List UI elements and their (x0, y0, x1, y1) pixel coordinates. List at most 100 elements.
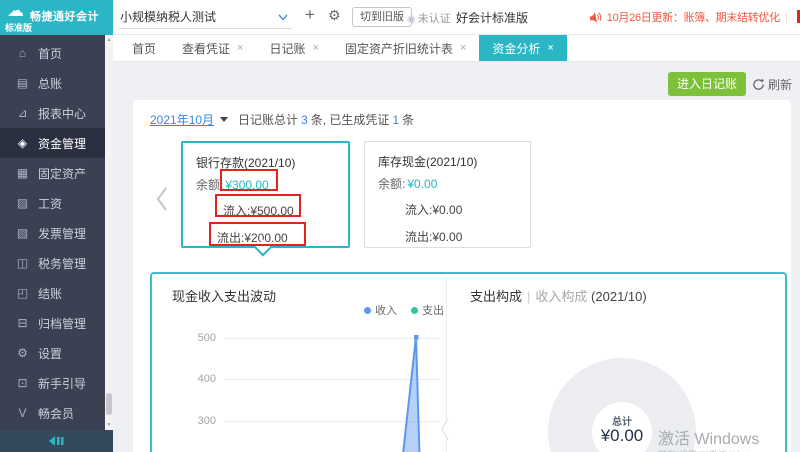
refresh-button[interactable]: 刷新 (752, 76, 792, 93)
switch-old-version-button[interactable]: 切到旧版 (352, 7, 412, 27)
windows-watermark-line2: 转到“设置”以激活 Windows。 (658, 448, 775, 452)
report-chart-icon: ⊿ (17, 106, 28, 120)
home-icon: ⌂ (18, 46, 27, 60)
sidebar-item-label: 发票管理 (38, 226, 87, 241)
composition-title: 支出构成 | 收入构成 (2021/10) (470, 286, 647, 305)
highlight-box-inflow (215, 194, 301, 217)
sidebar-item-label: 新手引导 (38, 376, 87, 391)
period-selector[interactable]: 2021年10月 (150, 111, 214, 128)
settings-gear-icon: ⚙ (17, 346, 28, 360)
income-composition-toggle[interactable]: 收入构成 (535, 289, 587, 304)
legend-income[interactable]: 收入 (364, 302, 397, 318)
company-selector[interactable]: 小规模纳税人测试 (118, 5, 292, 29)
scrollbar-thumb[interactable] (106, 393, 112, 415)
app-logo: ☁ 畅捷通好会计 标准版 (0, 0, 113, 35)
sidebar-item-home[interactable]: ⌂ 首页 (0, 38, 105, 68)
building-icon: ▦ (16, 166, 29, 180)
sidebar-item-closing[interactable]: ◰ 结账 (0, 278, 105, 308)
sidebar-menu: ⌂ 首页 ▤ 总账 ⊿ 报表中心 ◈ 资金管理 ▦ 固定资产 ▨ 工资 ▧ 发票管理 ◫ 税务管… (0, 38, 105, 428)
sidebar-item-member[interactable]: V 畅会员 (0, 398, 105, 428)
windows-watermark-line1: 激活 Windows (658, 431, 760, 448)
refresh-icon (753, 79, 765, 90)
guide-icon: ⊡ (17, 376, 28, 390)
highlight-box-balance (220, 169, 278, 191)
announcement-text: 10月26日更新：账簿、期末结转优化 (606, 12, 780, 24)
app-window: ☁ 畅捷通好会计 标准版 小规模纳税人测试 + ⚙ 切到旧版 ◉ 未认证 好会计标… (0, 0, 800, 452)
period-caret-icon[interactable] (220, 117, 229, 122)
sidebar: ⌂ 首页 ▤ 总账 ⊿ 报表中心 ◈ 资金管理 ▦ 固定资产 ▨ 工资 ▧ 发票管理 ◫ 税务管… (0, 35, 113, 452)
y-axis-tick: 500 (197, 332, 216, 344)
sidebar-item-beginner-guide[interactable]: ⊡ 新手引导 (0, 368, 105, 398)
summary-text: 条 (402, 113, 415, 127)
add-account-set-button[interactable]: + (305, 5, 315, 25)
voucher-count: 1 (392, 112, 400, 127)
summary-text: 条, 已生成凭证 (310, 113, 390, 127)
sidebar-item-archive-management[interactable]: ⊟ 归档管理 (0, 308, 105, 338)
close-icon[interactable]: × (547, 42, 553, 54)
carousel-prev-button[interactable] (155, 186, 169, 217)
cloud-logo-icon: ☁ (7, 1, 24, 20)
tax-icon: ◫ (16, 256, 29, 270)
summary-row: 2021年10月 日记账总计 3 条, 已生成凭证 1 条 (150, 111, 414, 128)
tab-depreciation-report[interactable]: 固定资产折旧统计表 × (332, 35, 479, 61)
income-line-chart (402, 335, 421, 452)
sidebar-item-label: 归档管理 (38, 316, 87, 331)
outflow-row: 流出:¥0.00 (405, 230, 463, 244)
tab-home[interactable]: 首页 (119, 35, 169, 61)
cert-status: ◉ 未认证 (407, 10, 451, 26)
top-bar: ☁ 畅捷通好会计 标准版 小规模纳税人测试 + ⚙ 切到旧版 ◉ 未认证 好会计标… (0, 0, 800, 35)
sidebar-item-invoice-management[interactable]: ▧ 发票管理 (0, 218, 105, 248)
sidebar-item-label: 首页 (38, 46, 63, 61)
charts-panel: 现金收入支出波动 收入 支出 500 400 300 支出构成 | 收入构成 (20… (150, 272, 787, 452)
legend-expense[interactable]: 支出 (411, 302, 444, 318)
app-title: 畅捷通好会计 (30, 11, 99, 23)
highlight-box-outflow (209, 222, 306, 246)
sidebar-item-report-center[interactable]: ⊿ 报表中心 (0, 98, 105, 128)
sidebar-collapse-button[interactable] (0, 430, 113, 452)
close-icon[interactable]: × (237, 42, 243, 54)
legend-label: 收入 (375, 305, 397, 317)
sidebar-item-general-ledger[interactable]: ▤ 总账 (0, 68, 105, 98)
close-icon[interactable]: × (312, 42, 318, 54)
expense-composition-toggle[interactable]: 支出构成 (470, 289, 522, 304)
divider-collapse-handle[interactable] (440, 418, 450, 440)
sidebar-item-tax-management[interactable]: ◫ 税务管理 (0, 248, 105, 278)
journal-total-count: 3 (301, 112, 308, 127)
income-dot-icon (364, 306, 371, 314)
product-name: 好会计标准版 (456, 11, 529, 25)
sidebar-item-funds-management[interactable]: ◈ 资金管理 (0, 128, 105, 158)
tab-view-voucher[interactable]: 查看凭证 × (169, 35, 256, 61)
tab-label: 日记账 (269, 41, 306, 56)
sidebar-scrollbar[interactable]: ▲ ▼ (105, 35, 113, 430)
tab-funds-analysis[interactable]: 资金分析 × (479, 35, 567, 61)
sidebar-item-salary[interactable]: ▨ 工资 (0, 188, 105, 218)
sidebar-item-fixed-assets[interactable]: ▦ 固定资产 (0, 158, 105, 188)
company-selector-value: 小规模纳税人测试 (120, 10, 217, 24)
expense-dot-icon (411, 306, 418, 314)
scroll-up-icon[interactable]: ▲ (105, 37, 113, 43)
app-edition: 标准版 (5, 23, 33, 33)
y-axis-tick: 300 (197, 415, 216, 427)
collapse-sidebar-icon (48, 436, 63, 446)
sidebar-item-label: 工资 (38, 196, 63, 211)
scroll-down-icon[interactable]: ▼ (105, 422, 113, 428)
tab-label: 固定资产折旧统计表 (344, 41, 453, 56)
tab-label: 查看凭证 (182, 41, 231, 56)
tab-label: 资金分析 (492, 41, 541, 56)
announcement-link[interactable]: 10月26日更新：账簿、期末结转优化 | (589, 0, 788, 34)
gear-icon[interactable]: ⚙ (328, 7, 341, 24)
close-icon[interactable]: × (460, 42, 466, 54)
composition-period: (2021/10) (591, 289, 647, 304)
enter-journal-button[interactable]: 进入日记账 (668, 72, 746, 96)
sidebar-item-label: 报表中心 (38, 106, 87, 121)
member-v-icon: V (18, 406, 27, 420)
summary-text: 日记账总计 (238, 113, 299, 127)
sidebar-item-settings[interactable]: ⚙ 设置 (0, 338, 105, 368)
sidebar-item-label: 总账 (38, 76, 63, 91)
sidebar-item-label: 固定资产 (38, 166, 87, 181)
tab-journal[interactable]: 日记账 × (256, 35, 331, 61)
sidebar-item-label: 资金管理 (38, 136, 87, 151)
sidebar-item-label: 税务管理 (38, 256, 87, 271)
data-point-marker (414, 335, 419, 340)
account-card-cash[interactable]: 库存现金(2021/10) 余额: ¥0.00 流入:¥0.00 流出:¥0.00 (364, 141, 531, 248)
